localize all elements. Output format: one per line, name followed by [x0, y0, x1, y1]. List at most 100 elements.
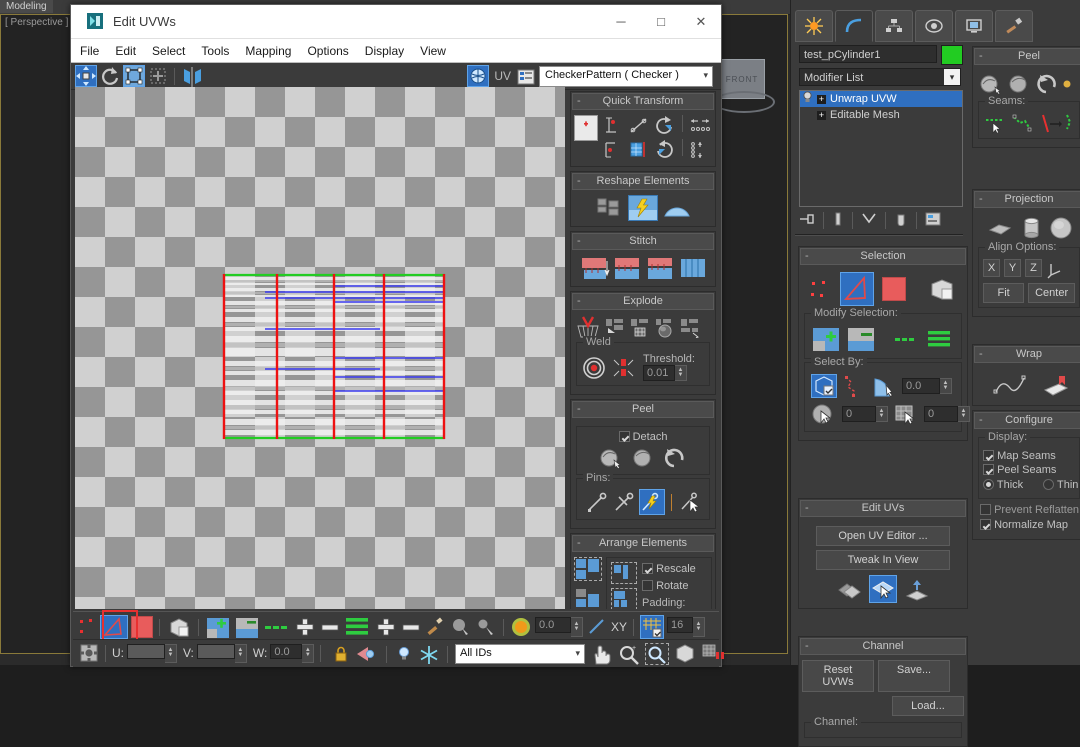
pack-tight-icon[interactable] [611, 588, 637, 609]
rollout-header-wrap[interactable]: - Wrap [974, 346, 1080, 363]
rollout-header-stitch[interactable]: - Stitch [572, 233, 714, 250]
ribbon-tab-modeling[interactable]: Modeling [0, 0, 53, 13]
peel-mode-icon[interactable] [1006, 72, 1030, 94]
edit-uvws-window[interactable]: Edit UVWs ─ □ ✕ File Edit Select Tools M… [70, 4, 724, 667]
edit-uv-icon[interactable] [869, 575, 897, 603]
fit-button[interactable]: Fit [983, 283, 1025, 303]
spinner-arrows[interactable]: ▲ ▼ [675, 365, 687, 381]
absolute-relative-icon[interactable] [79, 643, 99, 663]
checkbox-icon[interactable] [642, 580, 653, 591]
quick-peel-icon[interactable] [978, 72, 1002, 95]
shrink-uv-icon[interactable] [319, 616, 341, 638]
expand-plus-icon[interactable]: + [817, 110, 826, 120]
stitch-target-icon[interactable] [645, 255, 675, 281]
collapse-icon[interactable]: - [979, 413, 983, 428]
expand-selection-icon[interactable] [811, 326, 841, 352]
rollout-header-arrange[interactable]: - Arrange Elements [572, 535, 714, 552]
element-subobject-icon[interactable] [131, 616, 153, 638]
collapse-icon[interactable]: - [577, 294, 581, 309]
radio-icon[interactable] [1043, 479, 1055, 490]
thick-radio[interactable]: Thick [983, 479, 1023, 491]
material-id-spinner[interactable]: 0 ▲ ▼ [924, 406, 970, 422]
falloff-color-icon[interactable] [510, 616, 532, 638]
contract-selection-icon[interactable] [846, 326, 876, 352]
relax-icon[interactable] [628, 195, 658, 221]
paint-select-icon[interactable] [425, 616, 447, 638]
scale-icon[interactable] [123, 65, 145, 87]
element-value[interactable]: 0 [842, 406, 876, 422]
break-custom-icon[interactable] [678, 315, 701, 341]
snap-pivot-icon[interactable] [574, 115, 598, 141]
map-list-icon[interactable] [516, 67, 535, 85]
edit-uvws-titlebar[interactable]: Edit UVWs ─ □ ✕ [71, 5, 721, 39]
lightbulb-icon[interactable] [802, 91, 813, 108]
modifier-stack-list[interactable]: + Unwrap UVW + Editable Mesh [799, 90, 963, 207]
u-spinner[interactable]: ▲ ▼ [127, 643, 177, 663]
collapse-icon[interactable]: - [805, 501, 809, 516]
falloff-spinner[interactable]: 0.0 ▲ ▼ [535, 617, 583, 637]
configure-sets-icon[interactable] [925, 212, 941, 229]
lock-icon[interactable] [331, 644, 351, 664]
rollout-header-channel[interactable]: - Channel [800, 638, 966, 655]
spinner-arrows[interactable]: ▲ ▼ [693, 617, 706, 637]
grow-ring-icon[interactable] [375, 616, 397, 638]
save-uv-icon[interactable] [835, 577, 863, 601]
rollout-header-projection[interactable]: - Projection [974, 191, 1080, 208]
mirror-icon[interactable] [180, 65, 204, 87]
spinner-arrows[interactable]: ▲ ▼ [940, 378, 952, 394]
chevron-down-icon[interactable]: ▾ [944, 69, 960, 85]
rotate-icon[interactable] [99, 65, 121, 87]
w-value[interactable]: 0.0 [270, 643, 303, 659]
break-sphere-icon[interactable] [653, 315, 676, 339]
menu-item-edit[interactable]: Edit [115, 44, 136, 58]
collapse-icon[interactable]: - [805, 249, 809, 264]
collapse-icon[interactable]: - [577, 174, 581, 189]
align-horizontal-icon[interactable] [601, 115, 625, 137]
freeze-icon[interactable] [418, 644, 440, 664]
reset-peel-icon[interactable] [1034, 72, 1058, 94]
material-id-selector-value[interactable]: All IDs [460, 647, 492, 659]
menu-item-tools[interactable]: Tools [201, 44, 229, 58]
spinner-arrows[interactable]: ▲ ▼ [571, 617, 583, 637]
face-mode-icon[interactable] [882, 277, 906, 301]
close-button[interactable]: ✕ [681, 5, 721, 38]
element-mode-icon[interactable] [926, 276, 956, 302]
view-cube[interactable]: FRONT [713, 55, 775, 115]
break-grid-icon[interactable] [628, 315, 651, 339]
chevron-down-icon[interactable]: ▾ [575, 648, 580, 659]
cylindrical-map-icon[interactable] [1018, 215, 1042, 239]
expand-plus-icon[interactable]: + [817, 94, 826, 104]
modify-tab-icon[interactable] [835, 10, 873, 42]
show-end-result-icon[interactable] [832, 212, 844, 229]
center-button[interactable]: Center [1028, 283, 1075, 303]
falloff-value[interactable]: 0.0 [535, 617, 571, 633]
expand-to-seam-icon[interactable] [1037, 112, 1062, 134]
filter-pins-icon[interactable] [678, 490, 702, 514]
checkbox-icon[interactable] [980, 504, 991, 515]
threshold-value[interactable]: 0.01 [643, 365, 675, 381]
zoom-region-icon[interactable] [645, 643, 669, 665]
v-spinner[interactable]: ▲ ▼ [196, 643, 247, 663]
collapse-icon[interactable]: - [979, 49, 983, 64]
unpin-icon[interactable] [612, 490, 636, 514]
pin-icon[interactable] [585, 490, 609, 514]
maximize-button[interactable]: □ [641, 5, 681, 38]
ring-selection-icon[interactable] [893, 328, 921, 350]
uv-canvas[interactable] [75, 87, 565, 609]
u-value[interactable] [127, 643, 165, 659]
align-y-button[interactable]: Y [1004, 259, 1021, 277]
soft-select-icon[interactable] [450, 616, 472, 638]
wrap-surface-icon[interactable] [1042, 371, 1069, 397]
stitch-up-icon[interactable] [612, 255, 642, 281]
select-by-material-id-icon[interactable] [893, 402, 919, 426]
create-tab-icon[interactable] [795, 10, 833, 42]
checkbox-icon[interactable] [618, 431, 630, 442]
menu-item-mapping[interactable]: Mapping [245, 44, 291, 58]
zoom-icon[interactable]: + [617, 643, 641, 665]
threshold-spinner[interactable]: 0.01 ▲ ▼ [643, 365, 687, 381]
prevent-reflatten-checkbox[interactable]: Prevent Reflatten [980, 504, 1079, 516]
collapse-icon[interactable]: - [805, 639, 809, 654]
rollout-header-peel-uvw[interactable]: - Peel [572, 401, 714, 418]
spinner-arrows[interactable]: ▲ ▼ [876, 406, 888, 422]
pack-linear-icon[interactable] [574, 585, 602, 609]
